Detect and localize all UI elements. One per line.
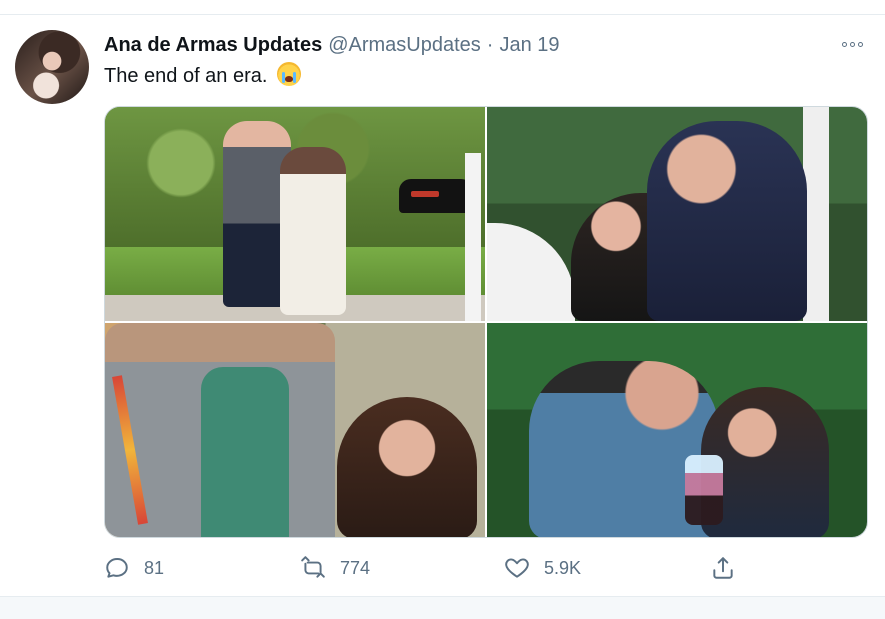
photo-4[interactable]: [487, 323, 867, 537]
photo-3-woman: [337, 397, 477, 537]
like-count: 5.9K: [544, 557, 582, 578]
tweet-text: The end of an era.: [104, 62, 302, 90]
retweet-button[interactable]: 774: [300, 552, 370, 584]
photo-1[interactable]: [105, 107, 485, 321]
more-icon: [841, 41, 847, 47]
bottom-separator: [0, 596, 885, 619]
photo-1-woman: [280, 147, 346, 315]
reply-icon: [104, 555, 130, 581]
handle[interactable]: @ArmasUpdates: [328, 34, 481, 57]
reply-count: 81: [144, 557, 165, 578]
tweet-actions: 81 774 5.9K: [104, 552, 868, 584]
date[interactable]: Jan 19: [499, 34, 559, 57]
more-button[interactable]: [838, 34, 866, 54]
heart-icon: [504, 555, 530, 581]
tweet-text-content: The end of an era.: [104, 65, 268, 87]
tweet-header: Ana de Armas Updates @ArmasUpdates · Jan…: [104, 33, 560, 57]
photo-3-shirt: [201, 367, 289, 537]
media-grid: [104, 106, 868, 538]
drink-cup: [685, 455, 723, 525]
top-divider: [0, 14, 885, 15]
photo-3[interactable]: [105, 323, 485, 537]
avatar[interactable]: [15, 30, 89, 104]
retweet-count: 774: [340, 557, 371, 578]
photo-2-car: [487, 223, 575, 321]
loudly-crying-face-icon: [277, 62, 302, 86]
mailbox-post: [465, 153, 481, 321]
photo-2-man: [647, 121, 807, 321]
mailbox-flag: [411, 191, 439, 197]
share-button[interactable]: [710, 552, 736, 584]
retweet-icon: [300, 555, 326, 581]
display-name[interactable]: Ana de Armas Updates: [104, 34, 322, 57]
share-icon: [710, 555, 736, 581]
like-button[interactable]: 5.9K: [504, 552, 581, 584]
reply-button[interactable]: 81: [104, 552, 164, 584]
separator: ·: [486, 33, 494, 56]
photo-2[interactable]: [487, 107, 867, 321]
